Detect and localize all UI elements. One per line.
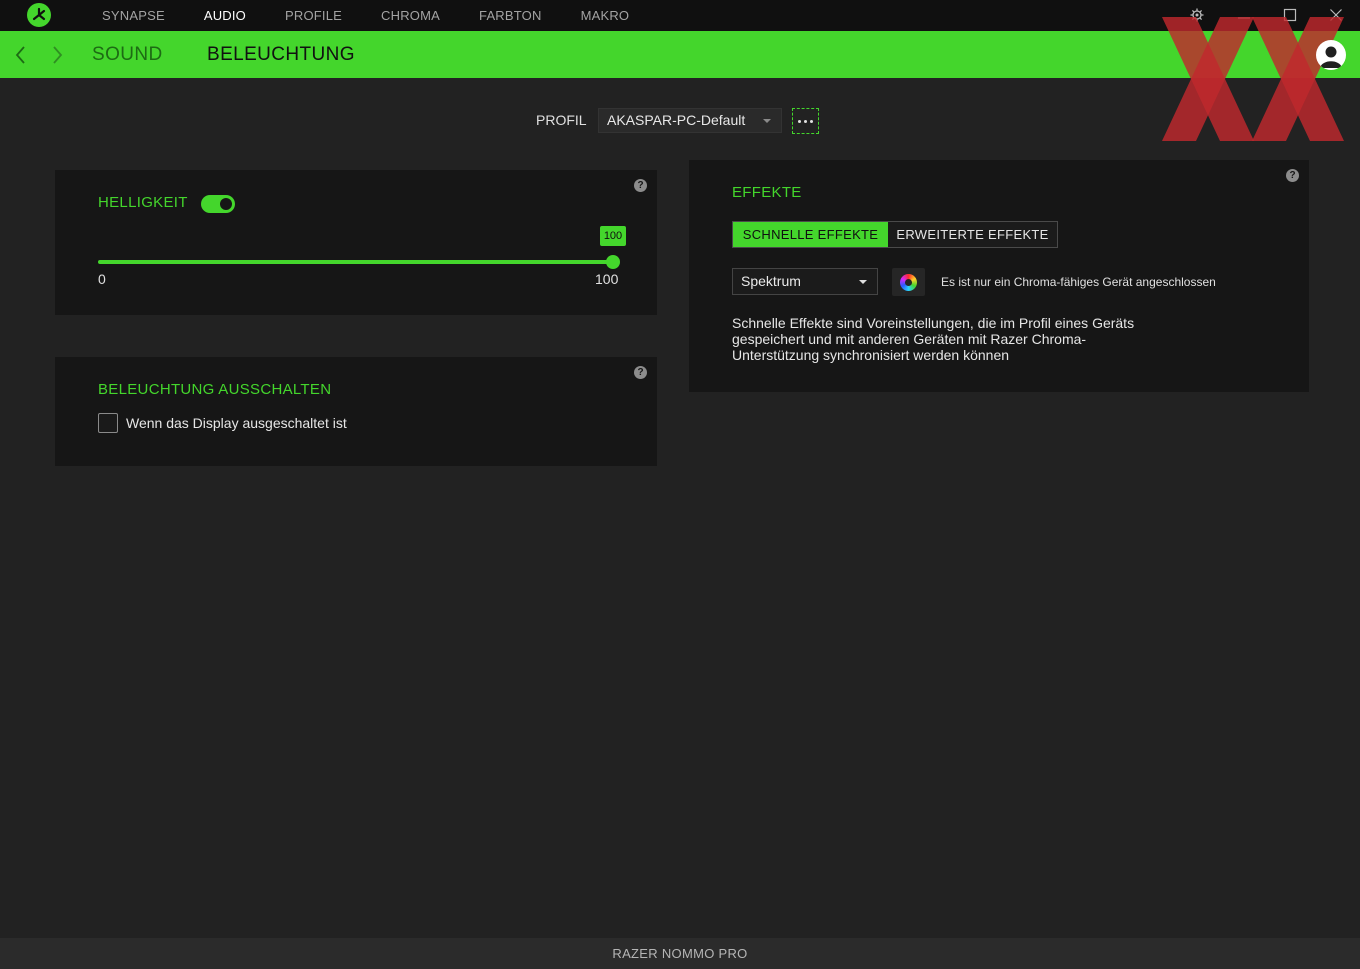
chevron-right-icon[interactable]	[48, 45, 66, 65]
effect-mode-tabs: SCHNELLE EFFEKTE ERWEITERTE EFFEKTE	[732, 221, 1058, 248]
subtab-sound[interactable]: SOUND	[92, 31, 163, 78]
help-icon[interactable]: ?	[634, 366, 647, 379]
color-wheel-icon	[900, 273, 917, 291]
effect-dropdown-value: Spektrum	[741, 273, 801, 289]
color-wheel-button[interactable]	[892, 268, 925, 296]
sub-navigation: SOUND BELEUCHTUNG	[0, 31, 1360, 78]
chroma-device-note: Es ist nur ein Chroma-fähiges Gerät ange…	[941, 275, 1216, 289]
slider-max-label: 100	[595, 271, 619, 287]
profile-label: PROFIL	[536, 112, 587, 128]
tab-profile[interactable]: PROFILE	[285, 0, 342, 31]
tab-makro[interactable]: MAKRO	[581, 0, 630, 31]
display-off-checkbox[interactable]	[98, 413, 118, 433]
slider-value-badge: 100	[600, 226, 626, 246]
display-off-checkbox-label[interactable]: Wenn das Display ausgeschaltet ist	[126, 415, 347, 431]
device-name-footer: RAZER NOMMO PRO	[0, 938, 1360, 969]
razer-logo-icon[interactable]	[27, 3, 51, 27]
lighting-off-title: BELEUCHTUNG AUSSCHALTEN	[98, 381, 332, 398]
dot-icon	[798, 119, 801, 123]
profile-more-button[interactable]	[792, 108, 819, 134]
chevron-down-icon	[859, 280, 867, 284]
help-icon[interactable]: ?	[634, 179, 647, 192]
tab-quick-effects[interactable]: SCHNELLE EFFEKTE	[733, 222, 888, 247]
tab-chroma[interactable]: CHROMA	[381, 0, 440, 31]
tab-advanced-effects[interactable]: ERWEITERTE EFFEKTE	[888, 222, 1057, 247]
help-icon[interactable]: ?	[1286, 169, 1299, 182]
tab-farbton[interactable]: FARBTON	[479, 0, 542, 31]
profile-dropdown-value: AKASPAR-PC-Default	[607, 112, 746, 128]
brightness-slider-track[interactable]	[98, 260, 613, 264]
brightness-slider-handle[interactable]	[606, 255, 620, 269]
brightness-toggle[interactable]	[201, 195, 235, 213]
effects-panel: EFFEKTE ? SCHNELLE EFFEKTE ERWEITERTE EF…	[689, 160, 1309, 392]
brightness-title: HELLIGKEIT	[98, 194, 188, 211]
chevron-down-icon	[763, 119, 771, 123]
quick-effects-description: Schnelle Effekte sind Voreinstellungen, …	[732, 315, 1135, 363]
brightness-panel: HELLIGKEIT ? 100 0 100	[55, 170, 657, 315]
chevron-left-icon[interactable]	[12, 45, 30, 65]
user-avatar-icon[interactable]	[1316, 40, 1346, 70]
tab-synapse[interactable]: SYNAPSE	[102, 0, 165, 31]
toggle-knob	[220, 198, 232, 210]
dot-icon	[804, 119, 807, 123]
top-navigation: SYNAPSE AUDIO PROFILE CHROMA FARBTON MAK…	[102, 0, 668, 31]
subtab-beleuchtung[interactable]: BELEUCHTUNG	[207, 31, 355, 78]
slider-min-label: 0	[98, 271, 106, 287]
title-bar: SYNAPSE AUDIO PROFILE CHROMA FARBTON MAK…	[0, 0, 1360, 31]
lighting-off-panel: BELEUCHTUNG AUSSCHALTEN ? Wenn das Displ…	[55, 357, 657, 466]
tab-audio[interactable]: AUDIO	[204, 0, 246, 31]
watermark-logo	[1162, 17, 1344, 141]
effect-dropdown[interactable]: Spektrum	[732, 268, 878, 295]
profile-dropdown[interactable]: AKASPAR-PC-Default	[598, 108, 782, 133]
dot-icon	[810, 119, 813, 123]
effects-title: EFFEKTE	[732, 184, 802, 201]
